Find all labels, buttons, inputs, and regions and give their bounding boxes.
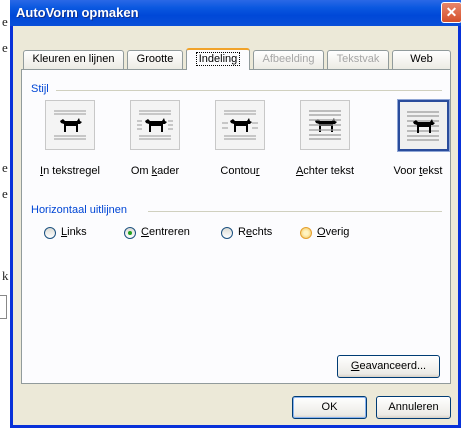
align-left-label[interactable]: Links	[61, 226, 87, 238]
wrap-inline-button[interactable]	[45, 100, 95, 150]
doc-char: e	[2, 186, 8, 201]
style-group-label: Stijl	[31, 83, 49, 95]
doc-char: e	[2, 40, 8, 55]
wrap-inline-label: In tekstregel	[40, 165, 100, 177]
tab-picture: Afbeelding	[253, 50, 324, 69]
wrap-square-button[interactable]	[130, 100, 180, 150]
doc-shape	[0, 295, 7, 319]
tight-wrap-icon	[222, 110, 258, 140]
align-other-radio[interactable]	[300, 227, 312, 239]
cancel-button[interactable]: Annuleren	[376, 396, 451, 419]
wrap-square-label: Om kader	[130, 165, 180, 177]
group-divider	[56, 90, 442, 91]
wrap-tight-label: Contour	[220, 165, 260, 177]
title-bar[interactable]: AutoVorm opmaken ✕	[10, 0, 461, 26]
doc-char: e	[2, 14, 8, 29]
group-divider	[148, 211, 442, 212]
wrap-in-front-button[interactable]	[397, 99, 450, 152]
close-button[interactable]: ✕	[441, 2, 461, 23]
wrap-behind-label: Achter tekst	[295, 165, 355, 177]
doc-char: e	[2, 160, 8, 175]
wrap-behind-button[interactable]	[300, 100, 350, 150]
wrap-in-front-label: Voor tekst	[393, 165, 443, 177]
tab-size[interactable]: Grootte	[127, 50, 183, 69]
align-left-radio[interactable]	[44, 227, 56, 239]
align-right-label[interactable]: Rechts	[238, 226, 272, 238]
dialog-title: AutoVorm opmaken	[16, 5, 139, 20]
align-right-radio[interactable]	[221, 227, 233, 239]
ok-button[interactable]: OK	[292, 396, 367, 419]
tab-layout[interactable]: Indeling	[186, 48, 250, 70]
close-icon: ✕	[445, 4, 458, 20]
layout-panel: Stijl In tekstregel Om kader Contour Ach…	[21, 69, 451, 384]
behind-text-icon	[309, 110, 341, 140]
doc-char: k	[2, 268, 9, 283]
align-other-label[interactable]: Overig	[317, 226, 349, 238]
tab-layout-label: Indeling	[195, 52, 241, 66]
advanced-button[interactable]: Geavanceerd...	[337, 355, 440, 378]
inline-with-text-icon	[54, 110, 86, 140]
align-center-radio[interactable]	[124, 227, 136, 239]
tab-colors-lines[interactable]: Kleuren en lijnen	[23, 50, 124, 69]
align-group-label: Horizontaal uitlijnen	[31, 204, 127, 216]
wrap-tight-button[interactable]	[215, 100, 265, 150]
tab-web[interactable]: Web	[392, 50, 451, 69]
align-center-label[interactable]: Centreren	[141, 226, 190, 238]
square-wrap-icon	[137, 110, 173, 140]
format-autoshape-dialog: AutoVorm opmaken ✕ Kleuren en lijnen Gro…	[10, 0, 461, 428]
tab-textbox: Tekstvak	[327, 50, 389, 69]
in-front-of-text-icon	[407, 111, 439, 141]
